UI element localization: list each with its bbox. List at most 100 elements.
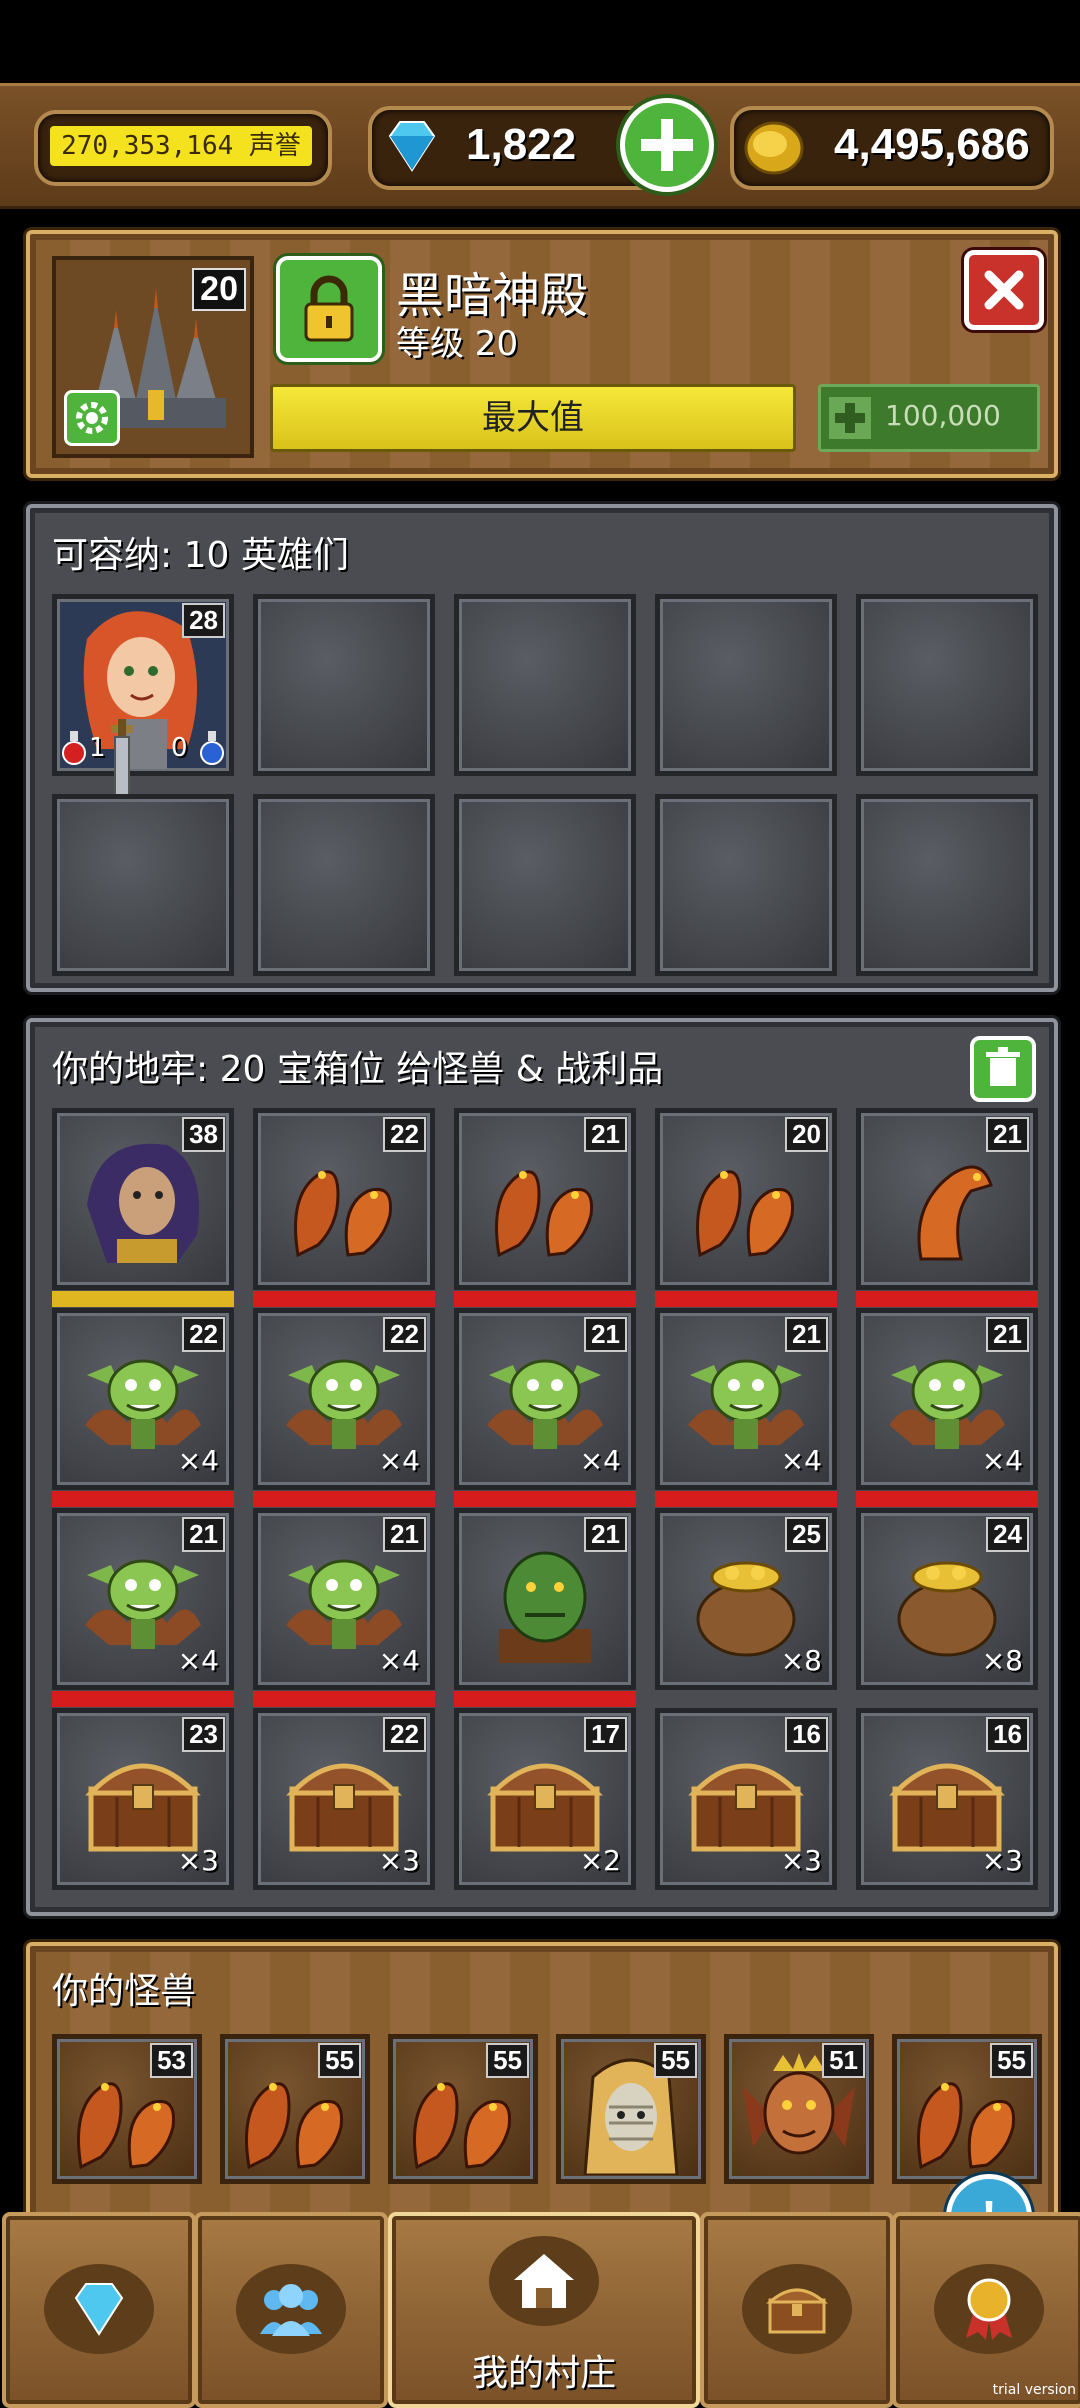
nav-shop[interactable] xyxy=(2,2212,196,2408)
dungeon-slot-hydra[interactable]: 21 xyxy=(454,1108,636,1307)
hydra-icon xyxy=(294,1170,393,1258)
settings-button[interactable] xyxy=(64,390,120,446)
hero-slot-empty[interactable] xyxy=(655,594,837,776)
dungeon-slot-imp[interactable]: 21 ×4 xyxy=(253,1508,435,1707)
upgrade-cost: 100,000 xyxy=(885,399,1001,432)
lock-icon xyxy=(304,275,354,342)
dungeon-slot-chest[interactable]: 16 ×3 xyxy=(655,1708,837,1890)
honor-counter: 270,353,164 声誉 xyxy=(34,110,332,186)
slot-level-badge: 22 xyxy=(383,1717,426,1752)
slot-level-badge: 24 xyxy=(986,1517,1029,1552)
hero-level: 28 xyxy=(182,603,225,638)
hero-slot-1[interactable]: 28 1 0 xyxy=(52,594,234,829)
dungeon-slot-imp[interactable]: 21 ×4 xyxy=(655,1308,837,1507)
lock-button[interactable] xyxy=(276,256,382,362)
hero-slot-empty[interactable] xyxy=(52,794,234,976)
max-level-button[interactable]: 最大值 xyxy=(270,384,796,452)
slot-count: ×2 xyxy=(579,1844,621,1877)
monster-level-badge: 51 xyxy=(822,2043,865,2078)
dungeon-slot-chest[interactable]: 22 ×3 xyxy=(253,1708,435,1890)
health-bar xyxy=(52,1691,234,1707)
slot-level-badge: 21 xyxy=(584,1117,627,1152)
slot-level-badge: 21 xyxy=(182,1517,225,1552)
gem-icon xyxy=(388,121,436,172)
blue-potion-icon xyxy=(200,731,224,765)
trial-watermark: trial version xyxy=(992,2382,1076,2398)
slot-count: ×4 xyxy=(780,1444,822,1477)
dungeon-slot-goldbag[interactable]: 25 ×8 xyxy=(655,1508,837,1690)
health-bar xyxy=(454,1491,636,1507)
close-button[interactable] xyxy=(964,250,1044,330)
dungeon-slot-goldbag[interactable]: 24 ×8 xyxy=(856,1508,1038,1690)
nav-village[interactable]: 我的村庄 xyxy=(388,2212,700,2408)
slot-count: ×4 xyxy=(378,1644,420,1677)
dungeon-slot-imp[interactable]: 22 ×4 xyxy=(52,1308,234,1507)
slot-level-badge: 22 xyxy=(182,1317,225,1352)
hero-slot-empty[interactable] xyxy=(253,594,435,776)
monster-card-hydra[interactable]: 53 xyxy=(52,2034,202,2184)
slot-count: ×4 xyxy=(177,1444,219,1477)
hero-slot-empty[interactable] xyxy=(856,594,1038,776)
dungeon-slot-witch[interactable]: 38 xyxy=(52,1108,234,1307)
buy-gems-button[interactable] xyxy=(620,98,714,192)
hydra-icon xyxy=(696,1170,795,1258)
building-portrait[interactable]: 20 xyxy=(52,256,254,458)
hero-slot-empty[interactable] xyxy=(655,794,837,976)
health-bar xyxy=(253,1491,435,1507)
monster-card-hydra[interactable]: 55 xyxy=(220,2034,370,2184)
dungeon-slot-imp[interactable]: 21 ×4 xyxy=(52,1508,234,1707)
slot-level-badge: 16 xyxy=(986,1717,1029,1752)
slot-count: ×3 xyxy=(780,1844,822,1877)
health-bar xyxy=(253,1691,435,1707)
slot-level-badge: 25 xyxy=(785,1517,828,1552)
dungeon-slot-dragon[interactable]: 21 xyxy=(856,1108,1038,1307)
monster-card-hydra[interactable]: 55 xyxy=(388,2034,538,2184)
dungeon-slot-chest[interactable]: 16 ×3 xyxy=(856,1708,1038,1890)
plus-icon xyxy=(829,397,871,439)
monster-card-hydra[interactable]: 55 xyxy=(892,2034,1042,2184)
slot-level-badge: 20 xyxy=(785,1117,828,1152)
honor-value: 270,353,164 声誉 xyxy=(50,126,312,166)
monster-level-badge: 53 xyxy=(150,2043,193,2078)
upgrade-button[interactable]: 100,000 xyxy=(818,384,1040,452)
house-icon xyxy=(514,2254,574,2308)
health-bar xyxy=(52,1491,234,1507)
slot-level-badge: 38 xyxy=(182,1117,225,1152)
health-bar xyxy=(655,1291,837,1307)
building-level-badge: 20 xyxy=(192,268,246,311)
monster-card-mummy[interactable]: 55 xyxy=(556,2034,706,2184)
dungeon-slot-imp[interactable]: 21 ×4 xyxy=(856,1308,1038,1507)
nav-achievements[interactable] xyxy=(892,2212,1080,2408)
dungeon-slot-imp[interactable]: 21 ×4 xyxy=(454,1308,636,1507)
health-bar xyxy=(856,1491,1038,1507)
monster-level-badge: 55 xyxy=(318,2043,361,2078)
people-icon xyxy=(260,2284,322,2336)
dungeon-panel: 你的地牢: 20 宝箱位 给怪兽 & 战利品 38 22 21 20 21 22 ×4 22 ×… xyxy=(26,1018,1058,1916)
slot-level-badge: 21 xyxy=(986,1317,1029,1352)
hero-slot-empty[interactable] xyxy=(856,794,1038,976)
hero-slot-empty[interactable] xyxy=(253,794,435,976)
hero-slot-empty[interactable] xyxy=(454,794,636,976)
monsters-title: 你的怪兽 xyxy=(52,1971,197,2012)
dungeon-slot-orc[interactable]: 21 xyxy=(454,1508,636,1707)
monster-card-demon[interactable]: 51 xyxy=(724,2034,874,2184)
close-icon xyxy=(984,270,1024,310)
gold-counter: 4,495,686 xyxy=(730,106,1054,190)
nav-inventory[interactable] xyxy=(700,2212,894,2408)
slot-level-badge: 21 xyxy=(986,1117,1029,1152)
building-panel: 20 黑暗神殿 等级 20 最大值 100,000 xyxy=(26,230,1058,478)
dungeon-slot-imp[interactable]: 22 ×4 xyxy=(253,1308,435,1507)
dungeon-slot-hydra[interactable]: 22 xyxy=(253,1108,435,1307)
nav-village-label: 我的村庄 xyxy=(471,2353,616,2394)
dungeon-slot-chest[interactable]: 23 ×3 xyxy=(52,1708,234,1890)
hero-slot-empty[interactable] xyxy=(454,594,636,776)
hydra-icon xyxy=(495,1170,594,1258)
dungeon-slot-chest[interactable]: 17 ×2 xyxy=(454,1708,636,1890)
monster-level-badge: 55 xyxy=(654,2043,697,2078)
dungeon-slot-hydra[interactable]: 20 xyxy=(655,1108,837,1307)
slot-count: ×3 xyxy=(177,1844,219,1877)
nav-heroes[interactable] xyxy=(194,2212,388,2408)
health-bar xyxy=(52,1291,234,1307)
trash-button[interactable] xyxy=(970,1036,1036,1102)
slot-level-badge: 17 xyxy=(584,1717,627,1752)
